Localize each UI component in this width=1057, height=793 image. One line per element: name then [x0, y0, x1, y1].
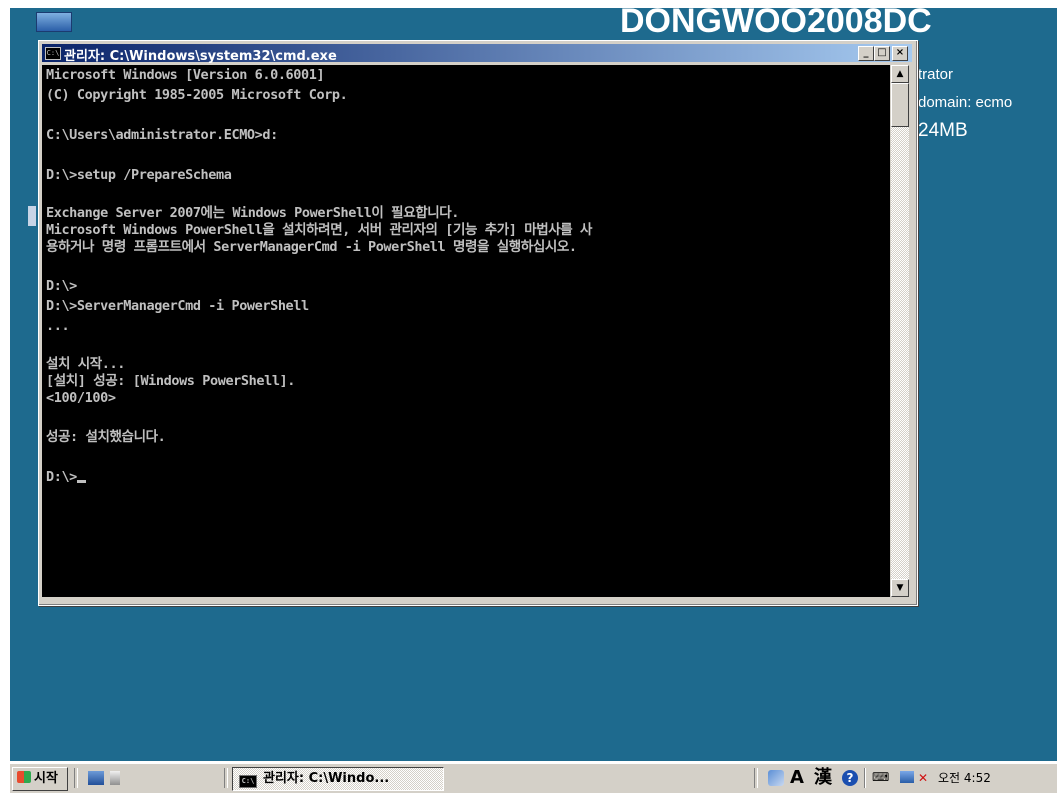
start-button[interactable]: 시작 [12, 767, 68, 791]
scroll-up-button[interactable]: ▲ [891, 65, 909, 83]
scroll-thumb[interactable] [891, 83, 909, 127]
console-line: D:\>setup /PrepareSchema [46, 167, 232, 183]
computer-icon[interactable] [36, 12, 72, 32]
title-bar[interactable]: C:\ 관리자: C:\Windows\system32\cmd.exe _ □… [42, 44, 912, 64]
console-output[interactable]: Microsoft Windows [Version 6.0.6001] (C)… [42, 65, 890, 597]
cmd-icon[interactable]: C:\ [45, 47, 61, 60]
hanja-icon[interactable]: 漢 [814, 767, 832, 789]
windows-logo-icon [17, 771, 31, 783]
bginfo-domain: domain: ecmo [918, 94, 1013, 111]
system-tray: A 漢 ? ⌨ ✕ 오전 4:52 [762, 767, 1054, 789]
console-line: D:\>ServerManagerCmd -i PowerShell [46, 298, 309, 314]
show-desktop-icon[interactable] [88, 771, 104, 785]
command-prompt[interactable]: D:\> [42, 467, 890, 487]
scroll-down-button[interactable]: ▼ [891, 579, 909, 597]
clock[interactable]: 오전 4:52 [938, 767, 991, 789]
volume-muted-icon[interactable]: ✕ [918, 771, 932, 785]
close-button[interactable]: × [892, 46, 908, 61]
console-line: Microsoft Windows PowerShell을 설치하려면, 서버 … [46, 222, 593, 238]
console-line: Exchange Server 2007에는 Windows PowerShel… [46, 205, 459, 221]
console-line: 성공: 설치했습니다. [46, 429, 166, 445]
help-icon[interactable]: ? [842, 770, 858, 786]
maximize-button[interactable]: □ [874, 46, 890, 61]
console-line: <100/100> [46, 390, 116, 406]
minimize-button[interactable]: _ [858, 46, 874, 61]
bginfo-user: trator [918, 66, 954, 83]
taskbar-cmd-button[interactable]: C:\ 관리자: C:\Windo... [232, 767, 444, 791]
keyboard-icon[interactable]: ⌨ [872, 770, 889, 784]
vertical-scrollbar[interactable]: ▲ ▼ [891, 65, 909, 597]
taskbar-separator [754, 768, 758, 788]
window-title: 관리자: C:\Windows\system32\cmd.exe [64, 49, 337, 64]
console-line: Microsoft Windows [Version 6.0.6001] [46, 67, 325, 83]
taskbar-separator [74, 768, 78, 788]
console-line: 설치 시작... [46, 356, 125, 372]
cmd-window[interactable]: C:\ 관리자: C:\Windows\system32\cmd.exe _ □… [38, 40, 918, 606]
prompt-text: D:\> [46, 469, 77, 485]
ime-mode-icon[interactable]: A [790, 767, 804, 789]
start-label: 시작 [34, 771, 58, 786]
console-line: [설치] 성공: [Windows PowerShell]. [46, 373, 295, 389]
console-line: (C) Copyright 1985-2005 Microsoft Corp. [46, 87, 348, 103]
network-icon[interactable] [900, 771, 914, 783]
taskbar-separator [224, 768, 228, 788]
bginfo-memory: 24MB [918, 120, 968, 141]
ime-pad-icon[interactable] [768, 770, 784, 786]
cmd-icon: C:\ [239, 775, 257, 788]
server-manager-icon[interactable] [110, 771, 120, 785]
console-line: C:\Users\administrator.ECMO>d: [46, 127, 278, 143]
text-cursor [76, 480, 86, 483]
wallpaper-hostname: DONGWOO2008DC [620, 8, 932, 40]
recycle-bin-icon[interactable] [28, 206, 36, 226]
console-line: ... [46, 318, 70, 334]
taskbar: 시작 C:\ 관리자: C:\Windo... A 漢 ? ⌨ ✕ 오전 4:52 [10, 763, 1057, 793]
console-line: 용하거나 명령 프롬프트에서 ServerManagerCmd -i Power… [46, 239, 577, 255]
console-line: D:\> [46, 278, 77, 294]
task-button-label: 관리자: C:\Windo... [263, 771, 390, 786]
tray-separator [864, 768, 866, 788]
